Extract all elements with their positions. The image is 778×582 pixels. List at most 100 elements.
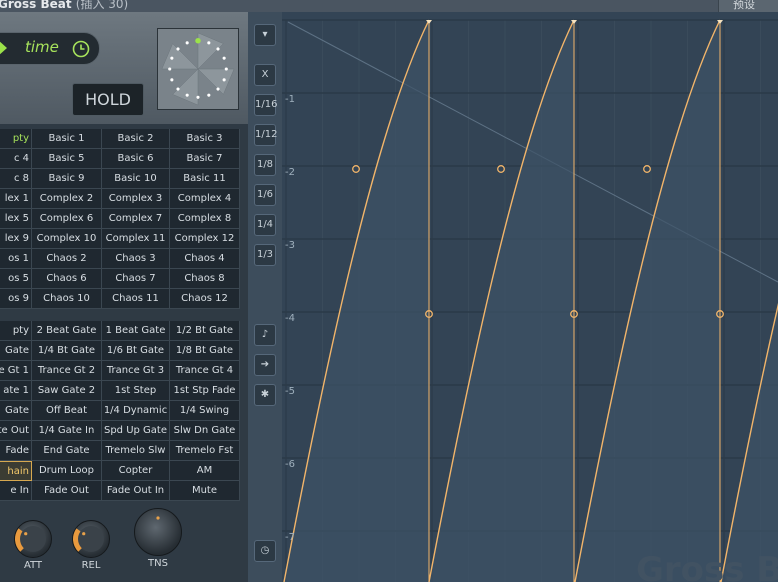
snap-button[interactable]: 1/6 — [254, 184, 276, 206]
time-preset-button[interactable]: Basic 5 — [32, 149, 102, 169]
volume-preset-button[interactable]: Gate — [0, 341, 32, 361]
volume-preset-button[interactable]: 1 Beat Gate — [102, 321, 170, 341]
hold-button[interactable]: HOLD — [72, 83, 144, 116]
rel-knob[interactable] — [72, 520, 110, 558]
volume-preset-button[interactable]: te Out — [0, 421, 32, 441]
time-preset-button[interactable]: Complex 4 — [170, 189, 240, 209]
snap-button[interactable]: 1/8 — [254, 154, 276, 176]
volume-preset-button[interactable]: Trance Gt 3 — [102, 361, 170, 381]
snap-button[interactable]: 1/3 — [254, 244, 276, 266]
volume-preset-button[interactable]: Drum Loop — [32, 461, 102, 481]
dial-tick — [224, 67, 228, 71]
volume-preset-button[interactable]: Off Beat — [32, 401, 102, 421]
time-preset-button[interactable]: Basic 9 — [32, 169, 102, 189]
volume-preset-button[interactable]: Fade Out — [32, 481, 102, 501]
volume-preset-button[interactable]: Trance Gt 4 — [170, 361, 240, 381]
volume-preset-button[interactable]: Tremelo Fst — [170, 441, 240, 461]
time-preset-button[interactable]: Basic 7 — [170, 149, 240, 169]
time-preset-button[interactable]: Complex 11 — [102, 229, 170, 249]
timer-icon[interactable]: ◷ — [254, 540, 276, 562]
dial-tick — [185, 93, 189, 97]
time-preset-button[interactable]: Chaos 2 — [32, 249, 102, 269]
time-preset-button[interactable]: Chaos 3 — [102, 249, 170, 269]
time-preset-button[interactable]: Chaos 4 — [170, 249, 240, 269]
volume-preset-button[interactable]: 1/4 Swing — [170, 401, 240, 421]
volume-preset-button[interactable]: Spd Up Gate — [102, 421, 170, 441]
envelope-graph[interactable] — [248, 12, 778, 582]
time-preset-button[interactable]: Complex 10 — [32, 229, 102, 249]
volume-preset-button[interactable]: 2 Beat Gate — [32, 321, 102, 341]
arrow-right-icon[interactable]: ➔ — [254, 354, 276, 376]
time-preset-button[interactable]: Basic 6 — [102, 149, 170, 169]
volume-preset-button[interactable]: hain — [0, 461, 32, 481]
volume-preset-button[interactable]: 1/4 Gate In — [32, 421, 102, 441]
time-preset-button[interactable]: Basic 1 — [32, 129, 102, 149]
tool-column: ▾ X 1/16 1/12 1/8 1/6 1/4 1/3 ♪ ➔ ✱ ◷ — [248, 12, 282, 582]
volume-preset-button[interactable]: 1/8 Bt Gate — [170, 341, 240, 361]
volume-preset-button[interactable]: Fade — [0, 441, 32, 461]
time-preset-button[interactable]: Complex 6 — [32, 209, 102, 229]
time-preset-button[interactable]: lex 5 — [0, 209, 32, 229]
volume-preset-button[interactable]: 1st Step — [102, 381, 170, 401]
time-preset-button[interactable]: c 8 — [0, 169, 32, 189]
time-preset-button[interactable]: Chaos 10 — [32, 289, 102, 309]
volume-preset-button[interactable]: 1/2 Bt Gate — [170, 321, 240, 341]
volume-preset-button[interactable]: Tremelo Slw — [102, 441, 170, 461]
snap-button[interactable]: 1/4 — [254, 214, 276, 236]
volume-preset-button[interactable]: Slw Dn Gate — [170, 421, 240, 441]
volume-preset-button[interactable]: e Gt 1 — [0, 361, 32, 381]
time-preset-button[interactable]: Basic 3 — [170, 129, 240, 149]
volume-preset-button[interactable]: Mute — [170, 481, 240, 501]
envelope-editor[interactable]: ▾ X 1/16 1/12 1/8 1/6 1/4 1/3 ♪ ➔ ✱ ◷ -1 -2 -3 -4 -… — [248, 12, 778, 582]
volume-preset-button[interactable]: pty — [0, 321, 32, 341]
time-preset-button[interactable]: pty — [0, 129, 32, 149]
volume-preset-button[interactable]: ate 1 — [0, 381, 32, 401]
time-preset-button[interactable]: Basic 10 — [102, 169, 170, 189]
volume-preset-button[interactable]: Copter — [102, 461, 170, 481]
title-bar: Gross Beat (插入 30) 预设 — [0, 0, 778, 12]
knob-indicator — [24, 532, 28, 536]
volume-preset-button[interactable]: AM — [170, 461, 240, 481]
mix-dial[interactable] — [157, 28, 239, 110]
draw-tool-icon[interactable]: ♪ — [254, 324, 276, 346]
dial-tick — [196, 95, 200, 99]
volume-preset-button[interactable]: 1/4 Dynamic — [102, 401, 170, 421]
time-preset-button[interactable]: Basic 11 — [170, 169, 240, 189]
preset-menu-label: 预设 — [733, 0, 755, 11]
att-knob[interactable] — [14, 520, 52, 558]
time-preset-button[interactable]: Complex 2 — [32, 189, 102, 209]
time-preset-button[interactable]: os 5 — [0, 269, 32, 289]
time-preset-button[interactable]: Complex 7 — [102, 209, 170, 229]
volume-preset-button[interactable]: Fade Out In — [102, 481, 170, 501]
time-preset-button[interactable]: Complex 12 — [170, 229, 240, 249]
time-preset-button[interactable]: c 4 — [0, 149, 32, 169]
volume-preset-button[interactable]: End Gate — [32, 441, 102, 461]
dropdown-arrow-icon[interactable]: ▾ — [254, 24, 276, 46]
time-preset-button[interactable]: lex 1 — [0, 189, 32, 209]
volume-preset-button[interactable]: 1st Stp Fade — [170, 381, 240, 401]
snowflake-icon[interactable]: ✱ — [254, 384, 276, 406]
time-preset-button[interactable]: lex 9 — [0, 229, 32, 249]
snap-button[interactable]: 1/12 — [254, 124, 277, 146]
volume-preset-button[interactable]: 1/4 Bt Gate — [32, 341, 102, 361]
preset-menu-button[interactable]: 预设 — [718, 0, 778, 12]
time-preset-button[interactable]: Chaos 11 — [102, 289, 170, 309]
time-preset-button[interactable]: Complex 3 — [102, 189, 170, 209]
volume-preset-button[interactable]: Gate — [0, 401, 32, 421]
time-preset-button[interactable]: Basic 2 — [102, 129, 170, 149]
time-preset-button[interactable]: os 9 — [0, 289, 32, 309]
volume-preset-button[interactable]: e In — [0, 481, 32, 501]
clear-button[interactable]: X — [254, 64, 276, 86]
snap-button[interactable]: 1/16 — [254, 94, 277, 116]
time-preset-button[interactable]: Chaos 7 — [102, 269, 170, 289]
volume-preset-button[interactable]: Trance Gt 2 — [32, 361, 102, 381]
time-preset-button[interactable]: Chaos 12 — [170, 289, 240, 309]
volume-preset-button[interactable]: Saw Gate 2 — [32, 381, 102, 401]
time-preset-button[interactable]: Chaos 8 — [170, 269, 240, 289]
time-preset-button[interactable]: Chaos 6 — [32, 269, 102, 289]
time-preset-button[interactable]: Complex 8 — [170, 209, 240, 229]
volume-preset-button[interactable]: 1/6 Bt Gate — [102, 341, 170, 361]
y-axis-label: -6 — [285, 459, 295, 470]
time-preset-button[interactable]: os 1 — [0, 249, 32, 269]
tns-knob[interactable] — [134, 508, 182, 556]
